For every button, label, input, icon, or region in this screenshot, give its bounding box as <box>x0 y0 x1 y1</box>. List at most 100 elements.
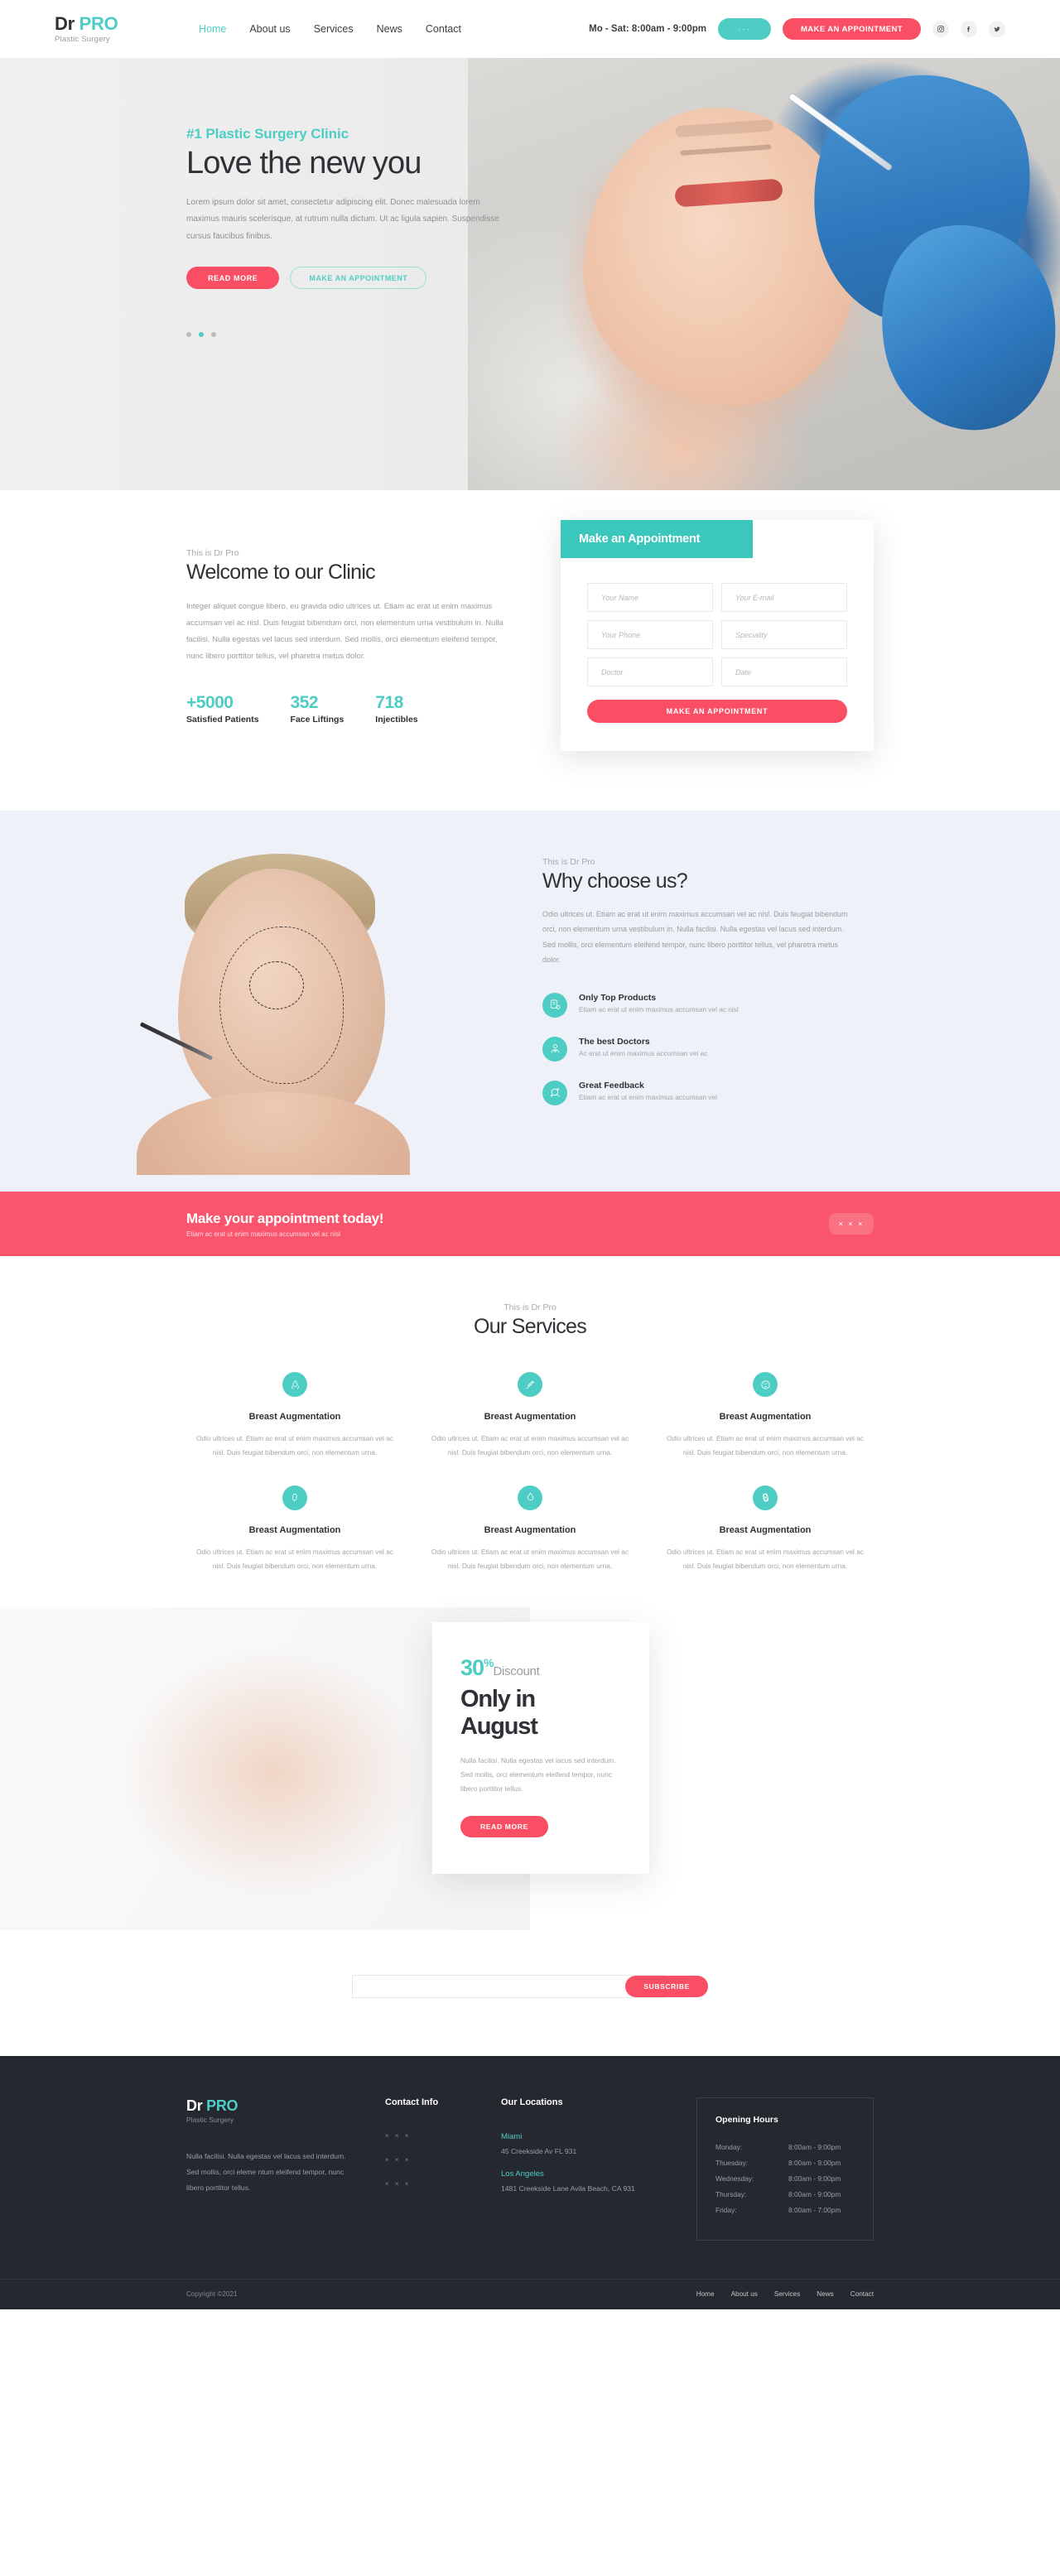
appointment-speciality-input[interactable] <box>721 620 847 649</box>
cta-button[interactable]: × × × <box>829 1213 874 1235</box>
hero-title: Love the new you <box>186 146 422 181</box>
footer-nav-contact[interactable]: Contact <box>850 2290 874 2298</box>
discount-card: 30%Discount Only in August Nulla facilis… <box>432 1621 649 1875</box>
subscribe-button[interactable]: SUBSCRIBE <box>625 1975 708 1997</box>
service-text: Odio ultrices ut. Etiam ac erat ut enim … <box>667 1434 864 1457</box>
site-header: Dr PRO Plastic Surgery Home About us Ser… <box>0 0 1060 58</box>
site-logo[interactable]: Dr PRO Plastic Surgery <box>17 14 190 43</box>
hero-appointment-button[interactable]: MAKE AN APPOINTMENT <box>290 267 427 290</box>
stat-item: 718 Injectibles <box>375 693 417 725</box>
footer-nav-services[interactable]: Services <box>774 2290 800 2298</box>
opening-time: 8:00am - 9:00pm <box>788 2189 841 2198</box>
subscribe-email-input[interactable] <box>352 1974 666 1998</box>
discount-title-line-2: August <box>460 1712 538 1740</box>
nav-item-home[interactable]: Home <box>199 23 226 35</box>
footer-location-name[interactable]: Miami <box>501 2132 650 2141</box>
opening-time: 8:00am - 9:00pm <box>788 2158 841 2167</box>
why-choose-us-section: This is Dr Pro Why choose us? Odio ultri… <box>0 811 1060 1192</box>
why-kicker: This is Dr Pro <box>542 857 595 867</box>
footer-logo[interactable]: Dr PRO <box>186 2097 385 2115</box>
stat-value: +5000 <box>186 692 234 712</box>
why-photo-body <box>137 1092 410 1175</box>
footer-bottom-bar: Copyright ©2021 Home About us Services N… <box>0 2278 1060 2309</box>
logo-text: Dr PRO <box>55 14 190 33</box>
footer-contact-item[interactable]: × × × <box>385 2132 501 2140</box>
hero-kicker: #1 Plastic Surgery Clinic <box>186 126 349 142</box>
feature-subtitle: Etiam ac erat ut enim maximus accumsan v… <box>579 1004 739 1014</box>
footer-nav-about[interactable]: About us <box>731 2290 758 2298</box>
service-card[interactable]: Breast Augmentation Odio ultrices ut. Et… <box>422 1372 638 1461</box>
opening-day: Friday: <box>716 2205 737 2214</box>
appointment-phone-input[interactable] <box>587 620 713 649</box>
discount-title: Only in August <box>460 1686 621 1741</box>
stat-label: Face Liftings <box>290 714 344 725</box>
footer-nav-home[interactable]: Home <box>696 2290 715 2298</box>
service-title: Breast Augmentation <box>248 1412 341 1422</box>
footer-about-column: Dr PRO Plastic Surgery Nulla facilisi. N… <box>186 2097 385 2241</box>
footer-contact-item[interactable]: × × × <box>385 2180 501 2188</box>
feature-title: The best Doctors <box>579 1036 650 1047</box>
footer-nav-news[interactable]: News <box>817 2290 833 2298</box>
welcome-paragraph: Integer aliquet congue libero, eu gravid… <box>186 602 504 661</box>
opening-hours-row: Wednesday: 8:00am - 9:00pm <box>716 2174 855 2183</box>
discount-percent: 30% <box>460 1654 494 1680</box>
slider-dot-2[interactable] <box>199 332 204 338</box>
discount-read-more-button[interactable]: READ MORE <box>460 1816 548 1838</box>
doctor-icon <box>542 1036 567 1062</box>
appointment-email-input[interactable] <box>721 583 847 612</box>
nav-item-news[interactable]: News <box>377 23 402 35</box>
footer-location-name[interactable]: Los Angeles <box>501 2169 650 2179</box>
face-scan-icon <box>753 1372 778 1397</box>
services-kicker: This is Dr Pro <box>504 1302 556 1312</box>
service-text: Odio ultrices ut. Etiam ac erat ut enim … <box>667 1547 864 1571</box>
opening-time: 8:00am - 7:00pm <box>788 2205 841 2214</box>
nav-item-contact[interactable]: Contact <box>426 23 461 35</box>
droplet-icon <box>518 1485 542 1510</box>
appointment-submit-button[interactable]: MAKE AN APPOINTMENT <box>587 700 847 723</box>
footer-logo-word-dr: Dr <box>186 2097 203 2114</box>
appointment-doctor-input[interactable] <box>587 657 713 686</box>
feature-item: The best Doctors Ac erat ut enim maximus… <box>542 1036 874 1062</box>
opening-time: 8:00am - 9:00pm <box>788 2142 841 2151</box>
discount-percent-row: 30%Discount <box>460 1655 621 1681</box>
service-card[interactable]: Breast Augmentation Odio ultrices ut. Et… <box>186 1485 403 1574</box>
feature-title: Only Top Products <box>579 992 657 1003</box>
feature-item: Only Top Products Etiam ac erat ut enim … <box>542 992 874 1018</box>
subscribe-section: SUBSCRIBE <box>0 1929 1060 2056</box>
why-title: Why choose us? <box>542 869 688 893</box>
service-card[interactable]: Breast Augmentation Odio ultrices ut. Et… <box>422 1485 638 1574</box>
footer-contact-item[interactable]: × × × <box>385 2156 501 2164</box>
footer-location-address: 45 Creekside Av FL 931 <box>501 2146 577 2155</box>
more-options-button[interactable]: ··· <box>717 18 771 40</box>
implant-icon <box>282 1485 307 1510</box>
slider-dot-3[interactable] <box>211 332 216 338</box>
header-appointment-button[interactable]: MAKE AN APPOINTMENT <box>782 18 921 40</box>
footer-logo-word-pro: PRO <box>206 2097 238 2114</box>
instagram-icon[interactable] <box>932 21 949 37</box>
nav-item-services[interactable]: Services <box>314 23 354 35</box>
hero-read-more-button[interactable]: READ MORE <box>186 267 280 290</box>
service-card[interactable]: Breast Augmentation Odio ultrices ut. Et… <box>657 1372 874 1461</box>
discount-title-line-1: Only in <box>460 1685 536 1712</box>
opening-day: Monday: <box>716 2142 743 2151</box>
service-text: Odio ultrices ut. Etiam ac erat ut enim … <box>431 1434 629 1457</box>
service-title: Breast Augmentation <box>484 1524 576 1535</box>
molecule-icon <box>753 1485 778 1510</box>
twitter-icon[interactable] <box>989 21 1005 37</box>
service-card[interactable]: Breast Augmentation Odio ultrices ut. Et… <box>186 1372 403 1461</box>
footer-about-text: Nulla facilisi. Nulla egestas vel lacus … <box>186 2151 346 2192</box>
nav-item-about[interactable]: About us <box>249 23 290 35</box>
cta-title: Make your appointment today! <box>186 1210 384 1226</box>
services-section: This is Dr Pro Our Services Breast Augme… <box>0 1256 1060 1607</box>
feature-subtitle: Etiam ac erat ut enim maximus accumsan v… <box>579 1092 717 1101</box>
appointment-form-card: Make an Appointment MAKE AN APPOINTME <box>561 520 874 751</box>
site-footer: Dr PRO Plastic Surgery Nulla facilisi. N… <box>0 2055 1060 2309</box>
appointment-date-input[interactable] <box>721 657 847 686</box>
syringe-icon <box>518 1372 542 1397</box>
opening-day: Thuesday: <box>716 2158 749 2167</box>
service-card[interactable]: Breast Augmentation Odio ultrices ut. Et… <box>657 1485 874 1574</box>
facebook-icon[interactable] <box>961 21 977 37</box>
appointment-name-input[interactable] <box>587 583 713 612</box>
slider-dot-1[interactable] <box>186 332 191 338</box>
service-title: Breast Augmentation <box>248 1524 341 1535</box>
